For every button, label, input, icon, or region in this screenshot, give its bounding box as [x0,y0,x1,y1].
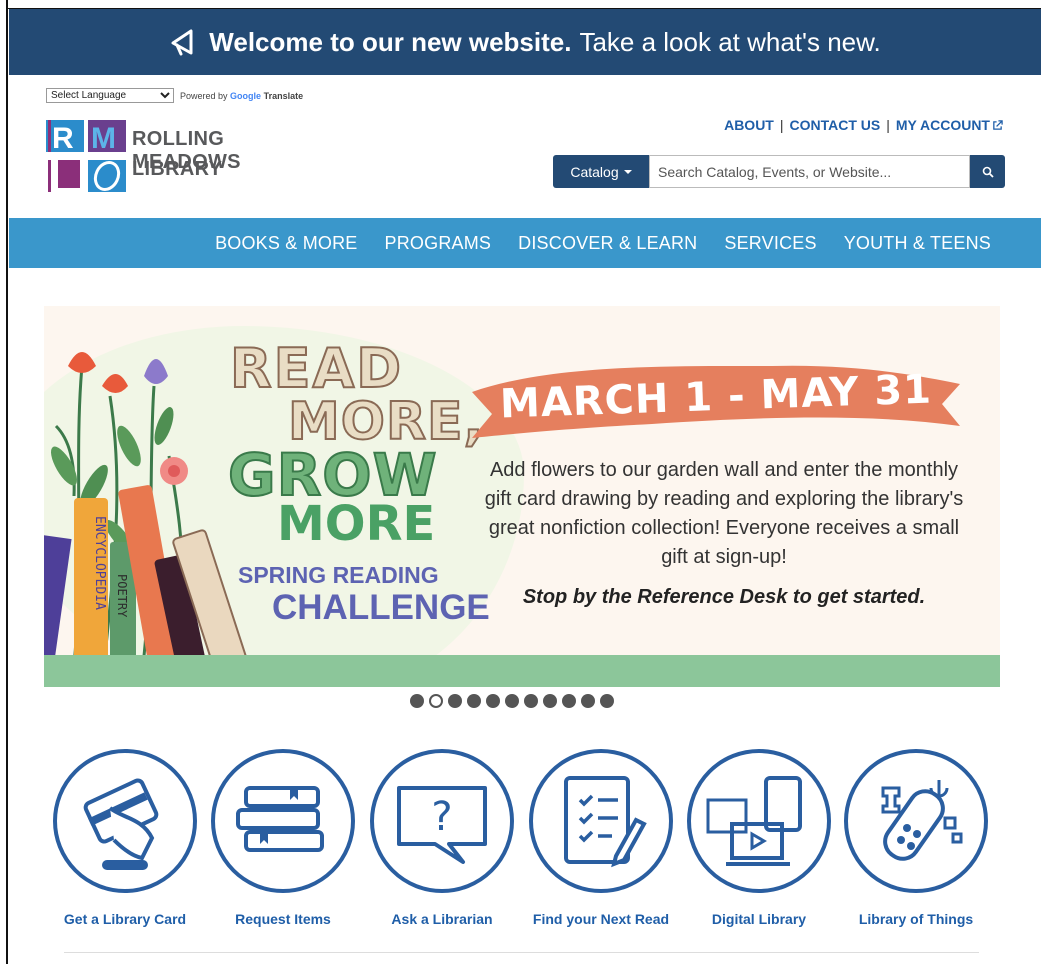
hero-banner[interactable]: ENCYCLOPEDIA POETRY READ MORE, GROW MORE… [44,306,1000,687]
carousel-dot[interactable] [543,694,557,708]
banner-cta: Stop by the Reference Desk to get starte… [522,586,926,608]
banner-ground-strip [44,655,1000,687]
powered-by-text: Powered by [180,90,228,101]
carousel-dot[interactable] [448,694,462,708]
quicklink-library-of-things[interactable]: Library of Things [841,748,991,927]
question-bubble-icon: ? [370,749,514,893]
banner-subhead: SPRING READING [238,562,439,588]
logo-letter-m: M [91,122,116,155]
carousel-dot[interactable] [581,694,595,708]
logo-name-line2: LIBRARY [132,158,223,180]
translate-text: Translate [263,90,304,101]
link-separator: | [886,117,890,133]
banner-headline-more2: MORE [277,496,436,552]
quicklink-label: Digital Library [711,911,807,927]
carousel-dot[interactable] [562,694,576,708]
svg-text:?: ? [431,794,452,840]
quicklink-request-items[interactable]: Request Items [208,748,358,927]
announcement-headline: Welcome to our new website. [209,26,572,57]
nav-programs[interactable]: PROGRAMS [385,233,492,254]
date-ribbon: MARCH 1 - MAY 31 [472,354,960,440]
library-card-icon [53,749,197,893]
section-divider [64,952,979,953]
book-poetry-label: POETRY [115,574,129,618]
quicklink-label: Find your Next Read [532,911,670,927]
megaphone-icon [171,29,193,56]
window-left-edge [0,0,8,964]
library-logo[interactable]: R M ROLLING MEADOWS LIBRARY [46,120,336,192]
main-navigation: BOOKS & MORE PROGRAMS DISCOVER & LEARN S… [9,218,1041,268]
search-input[interactable] [649,155,970,188]
quicklink-next-read[interactable]: Find your Next Read [526,748,676,927]
nav-youth-teens[interactable]: YOUTH & TEENS [844,233,991,254]
search-icon [982,166,994,178]
my-account-link[interactable]: MY ACCOUNT [896,117,1003,133]
announcement-bar[interactable]: Welcome to our new website. Take a look a… [9,9,1041,75]
link-separator: | [779,117,784,133]
carousel-dot[interactable] [467,694,481,708]
banner-description: Add flowers to our garden wall and enter… [484,459,964,568]
quicklink-library-card[interactable]: Get a Library Card [50,748,200,927]
books-stack-icon [211,749,355,893]
quicklink-digital-library[interactable]: Digital Library [684,748,834,927]
search-button[interactable] [970,155,1005,188]
language-select[interactable]: Select Language [46,88,174,103]
banner-headline-read: READ [229,337,404,400]
quicklink-label: Ask a Librarian [391,911,493,927]
carousel-dot[interactable] [410,694,424,708]
language-selector: Select Language Powered by Google Transl… [46,88,303,103]
powered-by-google: Powered by Google Translate [180,91,303,101]
carousel-dot[interactable] [600,694,614,708]
chevron-down-icon [623,169,632,174]
carousel-dot[interactable] [505,694,519,708]
banner-dates: MARCH 1 - MAY 31 [499,366,933,428]
quicklink-label: Get a Library Card [63,911,187,927]
quicklink-ask-librarian[interactable]: ? Ask a Librarian [367,748,517,927]
my-account-label: MY ACCOUNT [895,117,990,133]
quick-links: Get a Library Card Request Items ? Ask a… [50,748,990,928]
contact-us-link[interactable]: CONTACT US [790,117,881,133]
search-scope-dropdown[interactable]: Catalog [553,155,649,188]
carousel-indicators [410,694,614,708]
external-link-icon [993,119,1003,130]
nav-services[interactable]: SERVICES [724,233,816,254]
nav-books-more[interactable]: BOOKS & MORE [215,233,357,254]
logo-mark: R M [46,120,126,192]
nav-discover-learn[interactable]: DISCOVER & LEARN [518,233,697,254]
window-top-edge [0,0,1041,9]
logo-letter-r: R [52,122,74,155]
google-logo: Google [230,90,262,101]
quicklink-label: Request Items [235,911,331,927]
carousel-dot[interactable] [429,694,443,708]
digital-devices-icon [687,749,831,893]
quicklink-label: Library of Things [858,911,974,927]
notebook-checklist-icon [529,749,673,893]
announcement-text: Take a look at what's new. [579,26,881,57]
book-encyclopedia-label: ENCYCLOPEDIA [92,516,107,610]
about-link[interactable]: ABOUT [724,117,774,133]
banner-challenge: CHALLENGE [272,588,490,627]
utility-links: ABOUT | CONTACT US | MY ACCOUNT [724,117,1003,133]
search-bar: Catalog [553,155,1005,188]
search-scope-label: Catalog [570,163,619,180]
carousel-dot[interactable] [524,694,538,708]
carousel-dot[interactable] [486,694,500,708]
things-icon [844,749,988,893]
